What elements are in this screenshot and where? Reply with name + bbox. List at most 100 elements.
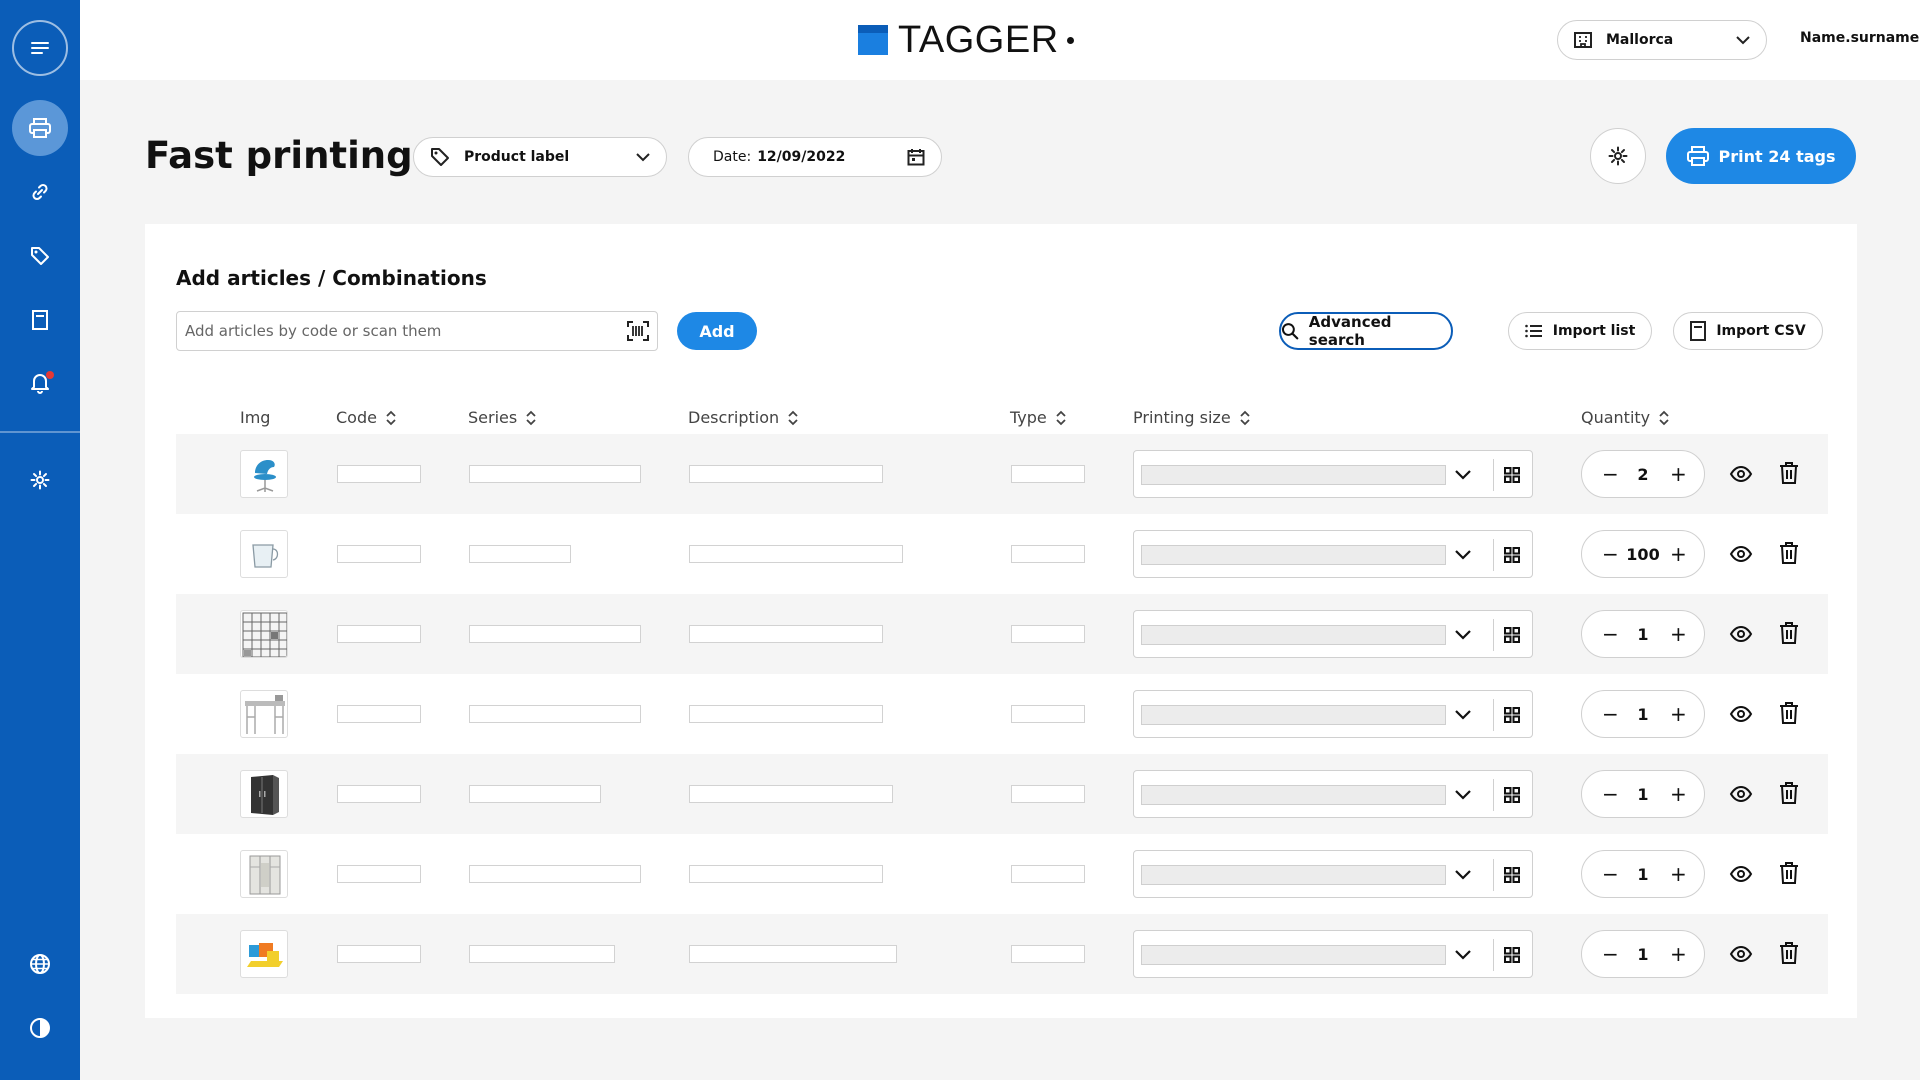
- table-row[interactable]: − 1 +: [176, 754, 1828, 834]
- eye-icon[interactable]: [1729, 462, 1753, 486]
- barcode-scan-icon[interactable]: [627, 321, 649, 341]
- date-field[interactable]: Date: 12/09/2022: [688, 137, 942, 177]
- sidebar-item-settings[interactable]: [12, 460, 68, 500]
- sidebar-item-printing[interactable]: [12, 100, 68, 156]
- product-thumbnail[interactable]: [240, 450, 288, 498]
- decrease-button[interactable]: −: [1602, 862, 1619, 886]
- increase-button[interactable]: +: [1670, 862, 1687, 886]
- printing-size-select[interactable]: [1133, 690, 1533, 738]
- increase-button[interactable]: +: [1670, 942, 1687, 966]
- quantity-value[interactable]: 1: [1637, 785, 1648, 804]
- trash-icon[interactable]: [1778, 701, 1800, 725]
- decrease-button[interactable]: −: [1602, 782, 1619, 806]
- quantity-stepper[interactable]: − 1 +: [1581, 850, 1705, 898]
- eye-icon[interactable]: [1729, 942, 1753, 966]
- column-series[interactable]: Series: [468, 408, 537, 427]
- quantity-value[interactable]: 100: [1626, 545, 1659, 564]
- quantity-stepper[interactable]: − 100 +: [1581, 530, 1705, 578]
- grid-icon[interactable]: [1502, 945, 1522, 965]
- table-row[interactable]: − 1 +: [176, 674, 1828, 754]
- column-code[interactable]: Code: [336, 408, 397, 427]
- increase-button[interactable]: +: [1670, 702, 1687, 726]
- quantity-value[interactable]: 1: [1637, 865, 1648, 884]
- quantity-stepper[interactable]: − 1 +: [1581, 610, 1705, 658]
- import-list-button[interactable]: Import list: [1508, 312, 1652, 350]
- decrease-button[interactable]: −: [1602, 462, 1619, 486]
- quantity-value[interactable]: 2: [1637, 465, 1648, 484]
- trash-icon[interactable]: [1778, 861, 1800, 885]
- decrease-button[interactable]: −: [1602, 542, 1619, 566]
- quantity-stepper[interactable]: − 1 +: [1581, 690, 1705, 738]
- table-row[interactable]: − 1 +: [176, 834, 1828, 914]
- product-thumbnail[interactable]: [240, 850, 288, 898]
- product-thumbnail[interactable]: [240, 770, 288, 818]
- sidebar-item-theme[interactable]: [12, 1008, 68, 1048]
- printing-size-select[interactable]: [1133, 930, 1533, 978]
- add-article-button[interactable]: Add: [677, 312, 757, 350]
- product-thumbnail[interactable]: [240, 530, 288, 578]
- sidebar-item-links[interactable]: [12, 172, 68, 212]
- trash-icon[interactable]: [1778, 621, 1800, 645]
- calendar-icon[interactable]: [907, 148, 925, 166]
- column-type[interactable]: Type: [1010, 408, 1067, 427]
- column-description[interactable]: Description: [688, 408, 799, 427]
- table-row[interactable]: − 2 +: [176, 434, 1828, 514]
- print-settings-button[interactable]: [1590, 128, 1646, 184]
- eye-icon[interactable]: [1729, 862, 1753, 886]
- quantity-stepper[interactable]: − 1 +: [1581, 930, 1705, 978]
- decrease-button[interactable]: −: [1602, 622, 1619, 646]
- store-select[interactable]: Mallorca: [1557, 20, 1767, 60]
- eye-icon[interactable]: [1729, 782, 1753, 806]
- quantity-value[interactable]: 1: [1637, 625, 1648, 644]
- article-search-input[interactable]: [185, 322, 627, 340]
- grid-icon[interactable]: [1502, 545, 1522, 565]
- increase-button[interactable]: +: [1670, 542, 1687, 566]
- quantity-stepper[interactable]: − 1 +: [1581, 770, 1705, 818]
- sidebar-item-language[interactable]: [12, 944, 68, 984]
- trash-icon[interactable]: [1778, 941, 1800, 965]
- product-thumbnail[interactable]: [240, 930, 288, 978]
- product-thumbnail[interactable]: [240, 690, 288, 738]
- sidebar-item-tags[interactable]: [12, 236, 68, 276]
- decrease-button[interactable]: −: [1602, 942, 1619, 966]
- eye-icon[interactable]: [1729, 622, 1753, 646]
- quantity-stepper[interactable]: − 2 +: [1581, 450, 1705, 498]
- label-type-select[interactable]: Product label: [413, 137, 667, 177]
- grid-icon[interactable]: [1502, 625, 1522, 645]
- quantity-value[interactable]: 1: [1637, 945, 1648, 964]
- article-search-field[interactable]: [176, 311, 658, 351]
- printing-size-select[interactable]: [1133, 610, 1533, 658]
- sidebar-item-notifications[interactable]: [12, 363, 68, 403]
- table-row[interactable]: − 100 +: [176, 514, 1828, 594]
- product-thumbnail[interactable]: [240, 610, 288, 658]
- grid-icon[interactable]: [1502, 465, 1522, 485]
- grid-icon[interactable]: [1502, 785, 1522, 805]
- increase-button[interactable]: +: [1670, 622, 1687, 646]
- trash-icon[interactable]: [1778, 541, 1800, 565]
- increase-button[interactable]: +: [1670, 462, 1687, 486]
- menu-button[interactable]: [12, 20, 68, 76]
- quantity-value[interactable]: 1: [1637, 705, 1648, 724]
- sidebar-item-documents[interactable]: [12, 300, 68, 340]
- grid-icon[interactable]: [1502, 705, 1522, 725]
- tagger-logo[interactable]: TAGGER: [858, 19, 1074, 61]
- printing-size-select[interactable]: [1133, 770, 1533, 818]
- grid-icon[interactable]: [1502, 865, 1522, 885]
- decrease-button[interactable]: −: [1602, 702, 1619, 726]
- printing-size-select[interactable]: [1133, 850, 1533, 898]
- import-csv-button[interactable]: Import CSV: [1673, 312, 1823, 350]
- printing-size-select[interactable]: [1133, 450, 1533, 498]
- printing-size-select[interactable]: [1133, 530, 1533, 578]
- trash-icon[interactable]: [1778, 781, 1800, 805]
- column-printing-size[interactable]: Printing size: [1133, 408, 1251, 427]
- increase-button[interactable]: +: [1670, 782, 1687, 806]
- advanced-search-button[interactable]: Advanced search: [1279, 312, 1453, 350]
- table-row[interactable]: − 1 +: [176, 594, 1828, 674]
- user-name[interactable]: Name.surname: [1800, 30, 1919, 46]
- print-tags-button[interactable]: Print 24 tags: [1666, 128, 1856, 184]
- table-row[interactable]: − 1 +: [176, 914, 1828, 994]
- trash-icon[interactable]: [1778, 461, 1800, 485]
- column-quantity[interactable]: Quantity: [1581, 408, 1670, 427]
- eye-icon[interactable]: [1729, 702, 1753, 726]
- eye-icon[interactable]: [1729, 542, 1753, 566]
